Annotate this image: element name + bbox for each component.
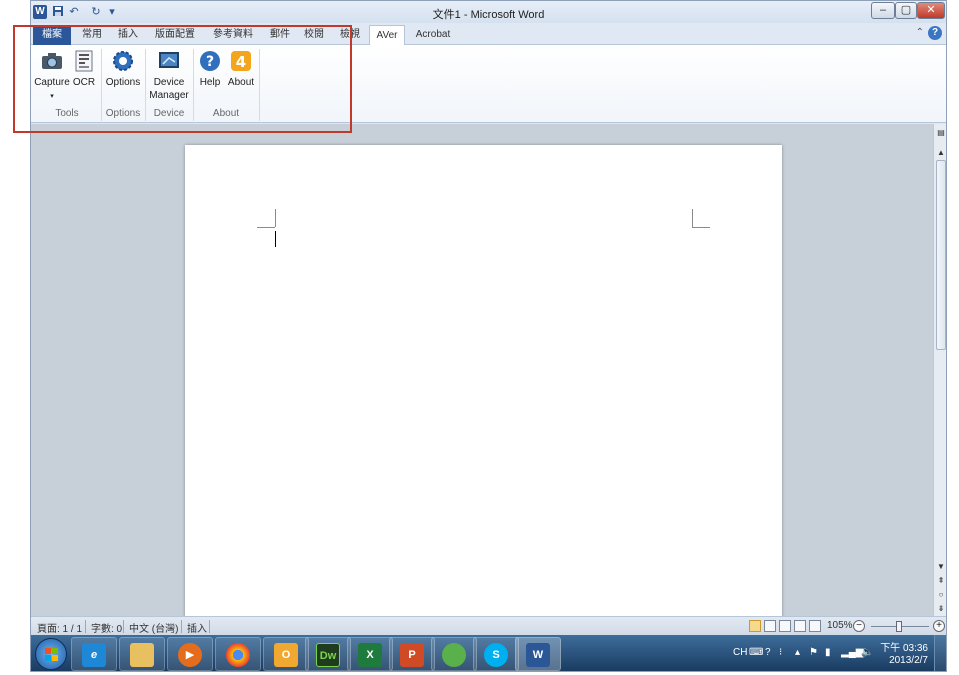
minimize-button[interactable]: – [871, 2, 895, 19]
taskbar-messenger[interactable] [431, 637, 477, 671]
status-bar: 頁面: 1 / 1 字數: 0 中文 (台灣) 插入 105% − + [31, 616, 946, 635]
volume-icon[interactable]: 🔈 [861, 647, 873, 658]
windows-logo-icon [45, 648, 58, 661]
help-icon[interactable]: ? [928, 26, 942, 40]
taskbar-chrome[interactable] [215, 637, 261, 671]
crop-mark [692, 209, 693, 227]
action-center-flag-icon[interactable]: ⚑ [809, 647, 818, 658]
zoom-level[interactable]: 105% [827, 620, 853, 631]
show-desktop-button[interactable] [934, 635, 946, 671]
tab-acrobat[interactable]: Acrobat [411, 25, 455, 45]
start-button[interactable] [35, 638, 67, 670]
taskbar-powerpoint[interactable]: P [389, 637, 435, 671]
taskbar-explorer[interactable] [119, 637, 165, 671]
scroll-down-icon[interactable]: ▼ [934, 562, 946, 571]
outline-icon[interactable] [794, 620, 806, 632]
zoom-out-button[interactable]: − [853, 620, 865, 632]
status-language[interactable]: 中文 (台灣) [129, 620, 178, 635]
ie-icon: e [82, 643, 106, 667]
options-tray-icon[interactable]: ⁝ [779, 647, 782, 658]
status-insert-mode[interactable]: 插入 [187, 620, 207, 635]
show-hidden-icons[interactable]: ▴ [795, 647, 800, 658]
document-page[interactable] [185, 145, 782, 625]
browse-object-icon[interactable]: ○ [934, 590, 946, 599]
input-language[interactable]: CH [733, 647, 747, 658]
crop-mark [692, 227, 710, 228]
minimize-ribbon-icon[interactable]: ⌃ [916, 27, 924, 38]
skype-icon: S [484, 643, 508, 667]
vertical-scrollbar[interactable]: ▤ ▲ ▼ ⇞ ○ ⇟ [933, 124, 946, 616]
media-player-icon: ▶ [178, 643, 202, 667]
highlight-annotation [13, 25, 352, 133]
chrome-icon [226, 643, 250, 667]
taskbar: e ▶ O Dw X P S W CH ⌨ ? ⁝ ▴ ⚑ ▮ ▂▄▆ 🔈 下午… [31, 635, 946, 671]
clock-date[interactable]: 2013/2/7 [889, 655, 928, 666]
taskbar-excel[interactable]: X [347, 637, 393, 671]
keyboard-icon[interactable]: ⌨ [749, 647, 763, 658]
next-page-icon[interactable]: ⇟ [934, 604, 946, 613]
web-layout-icon[interactable] [779, 620, 791, 632]
scroll-thumb[interactable] [936, 160, 946, 350]
powerpoint-icon: P [400, 643, 424, 667]
taskbar-ie[interactable]: e [71, 637, 117, 671]
crop-mark [275, 209, 276, 227]
taskbar-word[interactable]: W [515, 637, 561, 671]
print-layout-icon[interactable] [749, 620, 761, 632]
help-tray-icon[interactable]: ? [765, 647, 771, 658]
window-title: 文件1 - Microsoft Word [432, 9, 545, 21]
title-bar: W ↶ ↻ ▾ 文件1 - Microsoft Word – ▢ ✕ [31, 1, 946, 23]
previous-page-icon[interactable]: ⇞ [934, 576, 946, 585]
text-cursor [275, 231, 276, 247]
crop-mark [257, 227, 275, 228]
screen: W ↶ ↻ ▾ 文件1 - Microsoft Word – ▢ ✕ 檔案 常用… [0, 0, 959, 675]
status-separator [123, 620, 124, 633]
outlook-icon: O [274, 643, 298, 667]
dreamweaver-icon: Dw [316, 643, 340, 667]
clock-time[interactable]: 下午 03:36 [880, 639, 928, 654]
scroll-up-icon[interactable]: ▲ [934, 148, 946, 157]
tab-aver[interactable]: AVer [369, 25, 405, 45]
draft-icon[interactable] [809, 620, 821, 632]
device-tray-icon[interactable]: ▮ [825, 647, 831, 658]
status-page[interactable]: 頁面: 1 / 1 [37, 620, 82, 635]
document-area [31, 124, 933, 625]
zoom-slider-thumb[interactable] [896, 621, 902, 632]
close-button[interactable]: ✕ [917, 2, 945, 19]
messenger-icon [442, 643, 466, 667]
zoom-in-button[interactable]: + [933, 620, 945, 632]
word-icon: W [526, 643, 550, 667]
status-separator [85, 620, 86, 633]
taskbar-outlook[interactable]: O [263, 637, 309, 671]
status-separator [209, 620, 210, 633]
ruler-toggle-icon[interactable]: ▤ [934, 128, 946, 137]
taskbar-media-player[interactable]: ▶ [167, 637, 213, 671]
taskbar-skype[interactable]: S [473, 637, 519, 671]
excel-icon: X [358, 643, 382, 667]
full-screen-reading-icon[interactable] [764, 620, 776, 632]
taskbar-dreamweaver[interactable]: Dw [305, 637, 351, 671]
status-words[interactable]: 字數: 0 [91, 620, 122, 635]
explorer-icon [130, 643, 154, 667]
maximize-button[interactable]: ▢ [895, 2, 917, 19]
status-separator [181, 620, 182, 633]
